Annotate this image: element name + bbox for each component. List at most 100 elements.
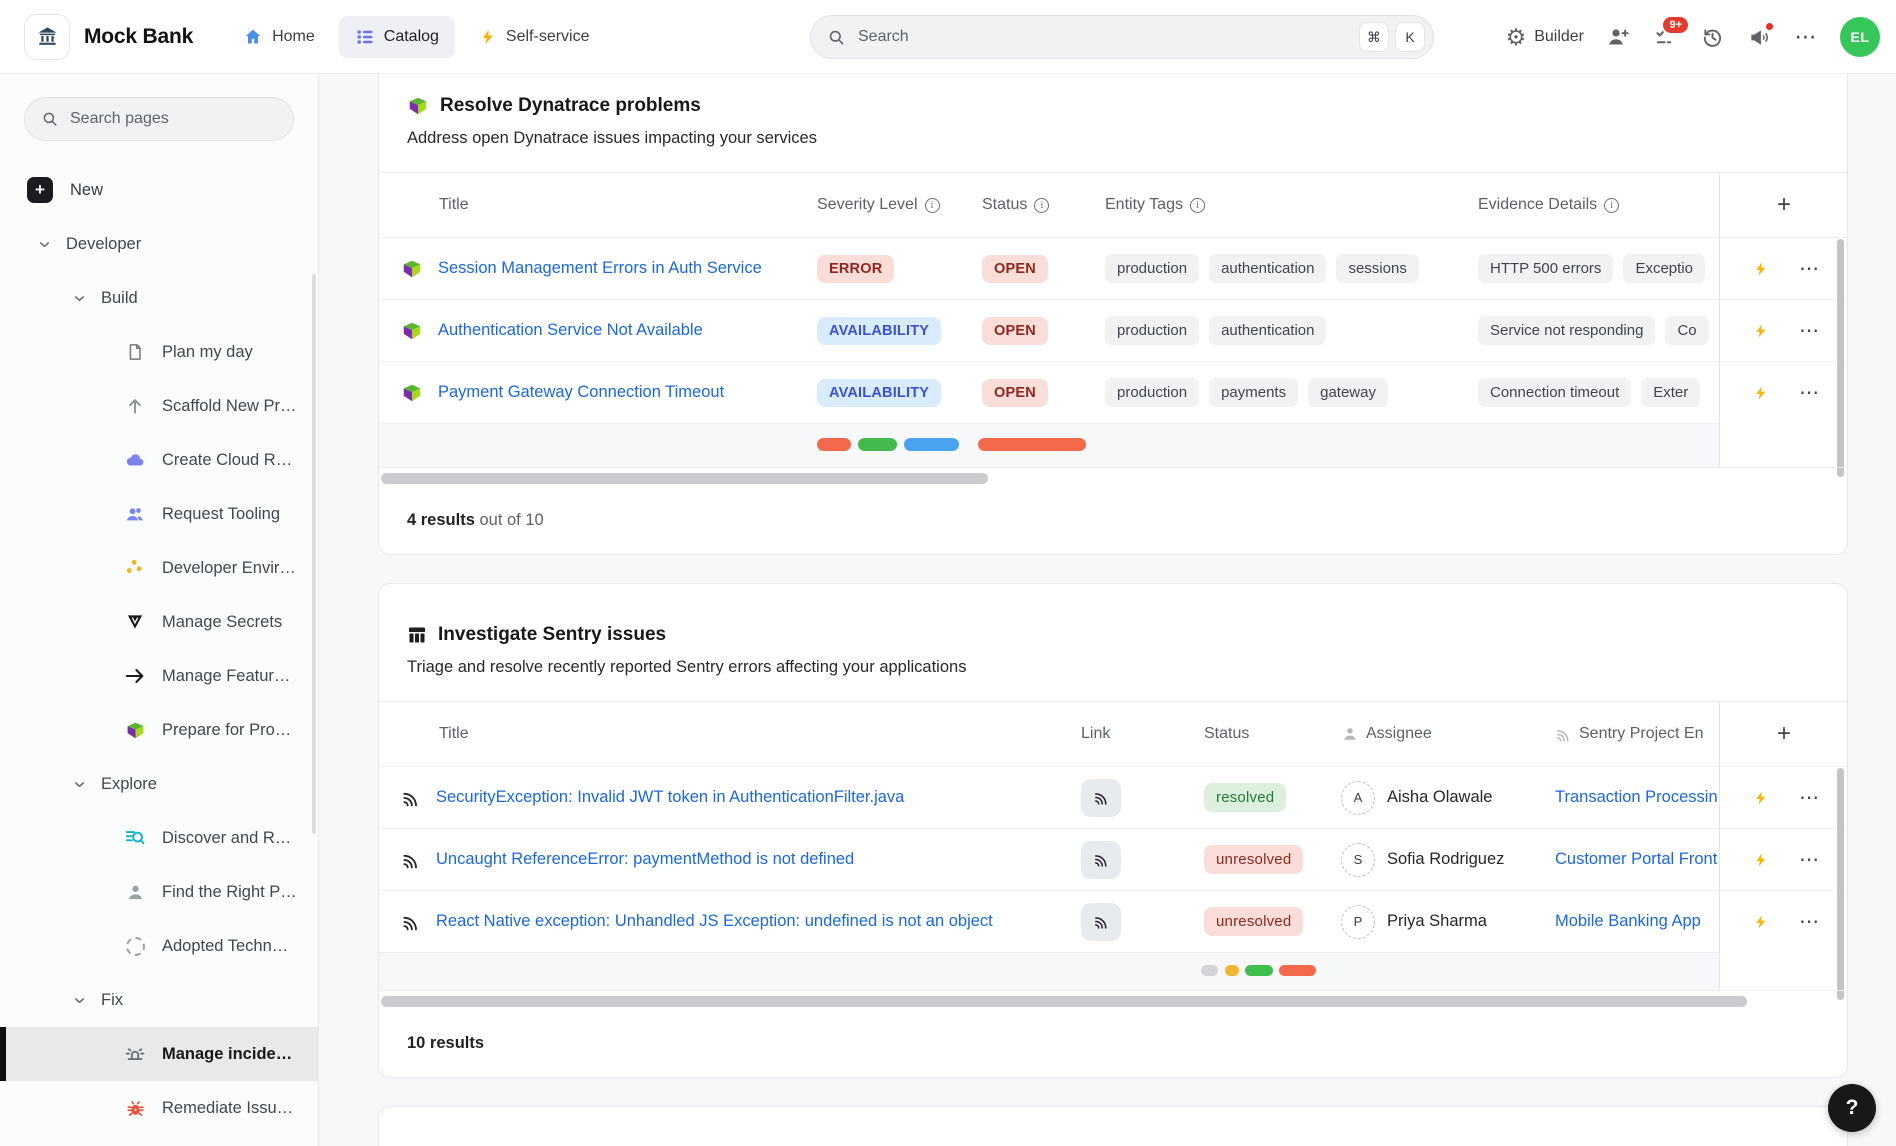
problem-title-link[interactable]: Payment Gateway Connection Timeout xyxy=(438,383,724,402)
brand-logo[interactable] xyxy=(24,14,70,60)
issue-title-link[interactable]: React Native exception: Unhandled JS Exc… xyxy=(436,912,993,931)
entity-tag: production xyxy=(1105,254,1199,283)
evidence-tag: Service not responding xyxy=(1478,316,1655,345)
table-vertical-scrollbar[interactable] xyxy=(1837,239,1844,477)
table-header-row: Title Link Status Assigne xyxy=(379,702,1847,766)
sentry-project-link[interactable]: Customer Portal Front xyxy=(1555,850,1717,869)
entity-tag: sessions xyxy=(1336,254,1418,283)
entity-tag: authentication xyxy=(1209,254,1326,283)
sidebar-item-manage-secrets[interactable]: Manage Secrets xyxy=(0,595,318,649)
search-icon xyxy=(41,110,59,128)
tasks-button[interactable]: 9+ xyxy=(1652,24,1678,50)
table-vertical-scrollbar[interactable] xyxy=(1837,768,1844,1000)
sidebar-item-plan-my-day[interactable]: Plan my day xyxy=(0,325,318,379)
nav-self-service[interactable]: Self-service xyxy=(463,16,606,58)
sidebar-item-request-tooling[interactable]: Request Tooling xyxy=(0,487,318,541)
problem-title-link[interactable]: Session Management Errors in Auth Servic… xyxy=(438,259,762,278)
horizontal-scrollbar[interactable] xyxy=(381,473,988,484)
run-action-button[interactable] xyxy=(1753,851,1769,869)
sidebar-group-developer[interactable]: Developer xyxy=(0,217,318,271)
sentry-external-link[interactable] xyxy=(1081,779,1121,817)
top-navbar: Mock Bank Home Catalog Self-service xyxy=(0,0,1896,74)
issue-title-link[interactable]: SecurityException: Invalid JWT token in … xyxy=(436,788,904,807)
sidebar-search-input[interactable]: Search pages xyxy=(24,97,294,141)
dynatrace-icon xyxy=(407,95,429,117)
results-count: 4 results xyxy=(407,511,475,529)
sentry-icon xyxy=(401,850,421,870)
sidebar-scrollbar[interactable] xyxy=(312,274,316,834)
issue-title-link[interactable]: Uncaught ReferenceError: paymentMethod i… xyxy=(436,850,854,869)
main-content: Resolve Dynatrace problems Address open … xyxy=(319,74,1896,1146)
sidebar-item-find-right[interactable]: Find the Right P… xyxy=(0,865,318,919)
add-column-button[interactable]: + xyxy=(1719,191,1848,219)
sentry-icon xyxy=(401,912,421,932)
vault-icon xyxy=(123,610,147,634)
history-button[interactable] xyxy=(1699,24,1725,50)
sidebar-item-manage-incidents[interactable]: Manage incide… xyxy=(0,1027,318,1081)
info-icon[interactable] xyxy=(925,198,940,213)
column-header-link[interactable]: Link xyxy=(1081,725,1204,743)
history-icon xyxy=(1701,26,1724,49)
invite-users-button[interactable] xyxy=(1605,24,1631,50)
column-header-status[interactable]: Status xyxy=(1204,725,1341,743)
run-action-button[interactable] xyxy=(1753,322,1769,340)
search-lines-icon xyxy=(123,826,147,850)
bank-icon xyxy=(36,25,59,48)
problem-title-link[interactable]: Authentication Service Not Available xyxy=(438,321,703,340)
sentry-project-link[interactable]: Mobile Banking App xyxy=(1555,912,1701,931)
horizontal-scrollbar[interactable] xyxy=(381,996,1747,1007)
run-action-button[interactable] xyxy=(1753,789,1769,807)
column-header-title[interactable]: Title xyxy=(379,196,817,214)
assignee-avatar: S xyxy=(1341,843,1375,877)
assignee-avatar: P xyxy=(1341,905,1375,939)
sidebar-group-fix[interactable]: Fix xyxy=(0,973,318,1027)
column-header-assignee[interactable]: Assignee xyxy=(1341,725,1555,743)
search-placeholder: Search xyxy=(858,28,1347,46)
run-action-button[interactable] xyxy=(1753,260,1769,278)
nav-catalog[interactable]: Catalog xyxy=(339,16,455,58)
add-column-button[interactable]: + xyxy=(1719,720,1848,748)
user-avatar[interactable]: EL xyxy=(1840,17,1880,57)
info-icon[interactable] xyxy=(1034,198,1049,213)
entity-tag: production xyxy=(1105,316,1199,345)
help-button[interactable] xyxy=(1828,1084,1876,1132)
global-search-input[interactable]: Search ⌘ K xyxy=(810,15,1434,59)
column-header-entity-tags[interactable]: Entity Tags xyxy=(1105,196,1478,214)
sidebar-item-remediate-issues[interactable]: Remediate Issu… xyxy=(0,1081,318,1135)
column-header-severity[interactable]: Severity Level xyxy=(817,196,982,214)
sidebar-item-scaffold-new[interactable]: Scaffold New Pr… xyxy=(0,379,318,433)
column-header-sentry-project[interactable]: Sentry Project En xyxy=(1555,725,1719,743)
nav-home[interactable]: Home xyxy=(227,16,331,58)
entity-tag: authentication xyxy=(1209,316,1326,345)
column-header-evidence[interactable]: Evidence Details xyxy=(1478,196,1719,214)
severity-badge: AVAILABILITY xyxy=(817,317,941,345)
sidebar-group-build[interactable]: Build xyxy=(0,271,318,325)
horizontal-scroll-track xyxy=(379,467,1847,493)
table-row: SecurityException: Invalid JWT token in … xyxy=(379,766,1847,828)
column-header-status[interactable]: Status xyxy=(982,196,1105,214)
entity-tag: gateway xyxy=(1308,378,1388,407)
announcements-button[interactable] xyxy=(1746,24,1772,50)
sentry-external-link[interactable] xyxy=(1081,841,1121,879)
kbd-cmd: ⌘ xyxy=(1359,22,1389,52)
run-action-button[interactable] xyxy=(1753,384,1769,402)
card-title-text: Resolve Dynatrace problems xyxy=(440,95,701,117)
sidebar-new-button[interactable]: New xyxy=(0,163,318,217)
run-action-button[interactable] xyxy=(1753,913,1769,931)
sidebar-group-explore[interactable]: Explore xyxy=(0,757,318,811)
sidebar-item-prepare-production[interactable]: Prepare for Pro… xyxy=(0,703,318,757)
builder-button[interactable]: ⚙ Builder xyxy=(1506,26,1584,49)
results-count: 10 results xyxy=(407,1034,484,1052)
card-header: Investigate Sentry issues Triage and res… xyxy=(379,584,1847,701)
more-menu-button[interactable]: ⋯ xyxy=(1793,24,1819,50)
sidebar-item-developer-environments[interactable]: Developer Envir… xyxy=(0,541,318,595)
sidebar-item-discover[interactable]: Discover and R… xyxy=(0,811,318,865)
info-icon[interactable] xyxy=(1190,198,1205,213)
column-header-title[interactable]: Title xyxy=(379,725,1081,743)
sentry-external-link[interactable] xyxy=(1081,903,1121,941)
sidebar-item-manage-features[interactable]: Manage Featur… xyxy=(0,649,318,703)
info-icon[interactable] xyxy=(1604,198,1619,213)
sidebar-item-create-cloud[interactable]: Create Cloud R… xyxy=(0,433,318,487)
sentry-project-link[interactable]: Transaction Processin xyxy=(1555,788,1718,807)
sidebar-item-adopted-tech[interactable]: Adopted Techn… xyxy=(0,919,318,973)
